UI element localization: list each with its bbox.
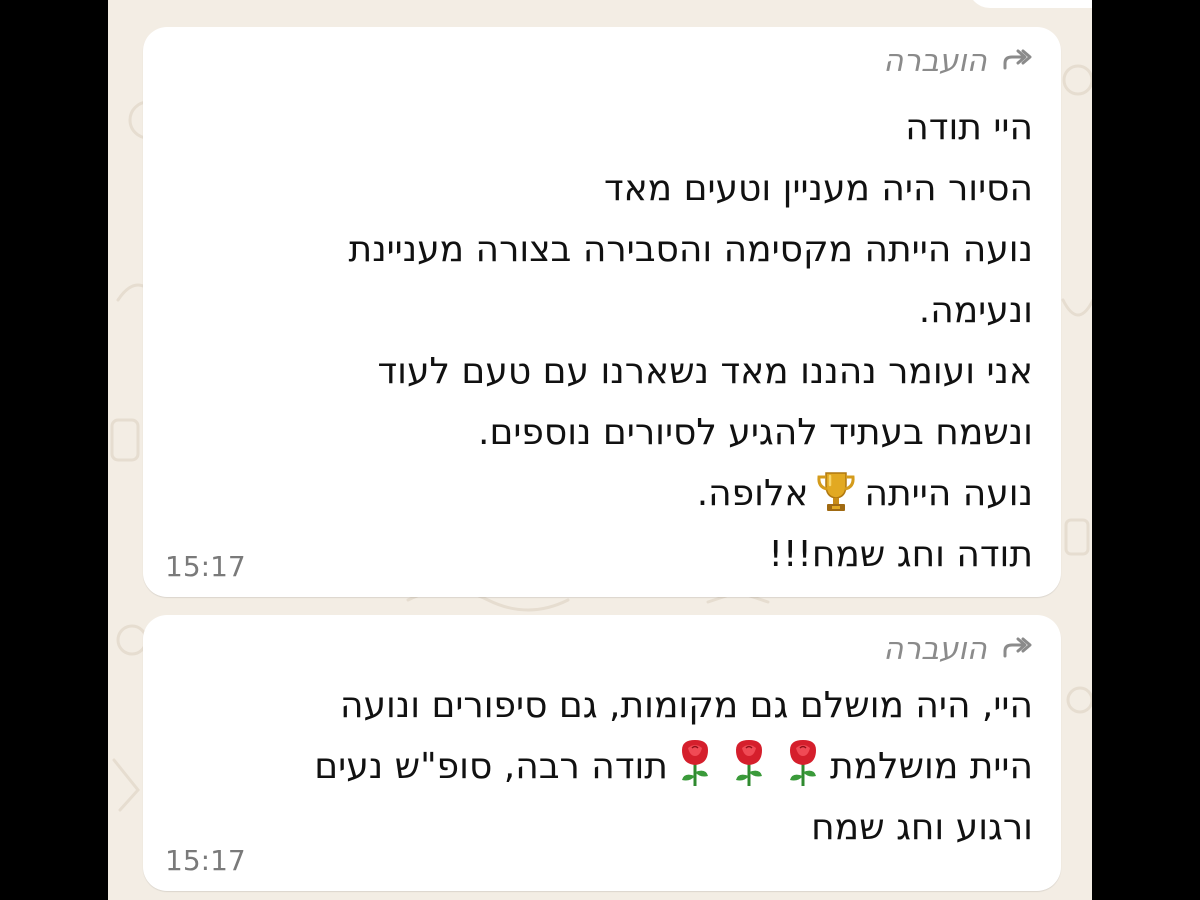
message-line: ונשמח בעתיד להגיע לסיורים נוספים. bbox=[478, 412, 1033, 453]
forwarded-label: הועברה bbox=[883, 631, 987, 667]
message-line: ורגוע וחג שמח bbox=[811, 807, 1033, 848]
message-line: הסיור היה מעניין וטעים מאד bbox=[603, 168, 1033, 209]
message-line: היית מושלמתתודה רבה, סופ"ש נעים bbox=[173, 736, 1033, 797]
chat-area[interactable]: הועברה היי תודה הסיור היה מעניין וטעים מ… bbox=[108, 0, 1092, 900]
previous-message-bubble-edge bbox=[968, 0, 1092, 8]
message-timestamp: 15:17 bbox=[165, 550, 246, 583]
forwarded-label: הועברה bbox=[883, 43, 987, 79]
message-text-segment: אלופה. bbox=[696, 473, 809, 514]
rose-icon bbox=[789, 740, 816, 786]
message-text-segment: נועה הייתה bbox=[864, 473, 1033, 514]
message-line: היי תודה bbox=[905, 107, 1033, 148]
message-line: תודה וחג שמח!!! bbox=[768, 534, 1033, 575]
message-line: ונעימה. bbox=[918, 290, 1033, 331]
forwarded-indicator: הועברה bbox=[883, 629, 1033, 669]
message-bubble[interactable]: הועברה היי, היה מושלם גם מקומות, גם סיפו… bbox=[143, 615, 1061, 891]
message-line: היי, היה מושלם גם מקומות, גם סיפורים ונו… bbox=[339, 685, 1033, 726]
forwarded-indicator: הועברה bbox=[883, 41, 1033, 81]
trophy-icon bbox=[817, 472, 856, 511]
forwarded-icon bbox=[1003, 637, 1032, 658]
rose-icon bbox=[681, 740, 708, 786]
message-text-segment: תודה רבה, סופ"ש נעים bbox=[314, 746, 668, 787]
message-text: היי תודה הסיור היה מעניין וטעים מאד נועה… bbox=[193, 97, 1033, 585]
message-line: אני ועומר נהננו מאד נשארנו עם טעם לעוד bbox=[377, 351, 1033, 392]
message-line: נועה הייתה מקסימה והסבירה בצורה מעניינת bbox=[348, 229, 1033, 270]
message-line: נועה הייתה אלופה. bbox=[193, 463, 1033, 524]
message-text: היי, היה מושלם גם מקומות, גם סיפורים ונו… bbox=[173, 675, 1033, 858]
rose-icon bbox=[735, 740, 762, 786]
forwarded-icon bbox=[1003, 49, 1032, 70]
message-timestamp: 15:17 bbox=[165, 844, 246, 877]
message-text-segment: היית מושלמת bbox=[829, 746, 1033, 787]
message-bubble[interactable]: הועברה היי תודה הסיור היה מעניין וטעים מ… bbox=[143, 27, 1061, 597]
